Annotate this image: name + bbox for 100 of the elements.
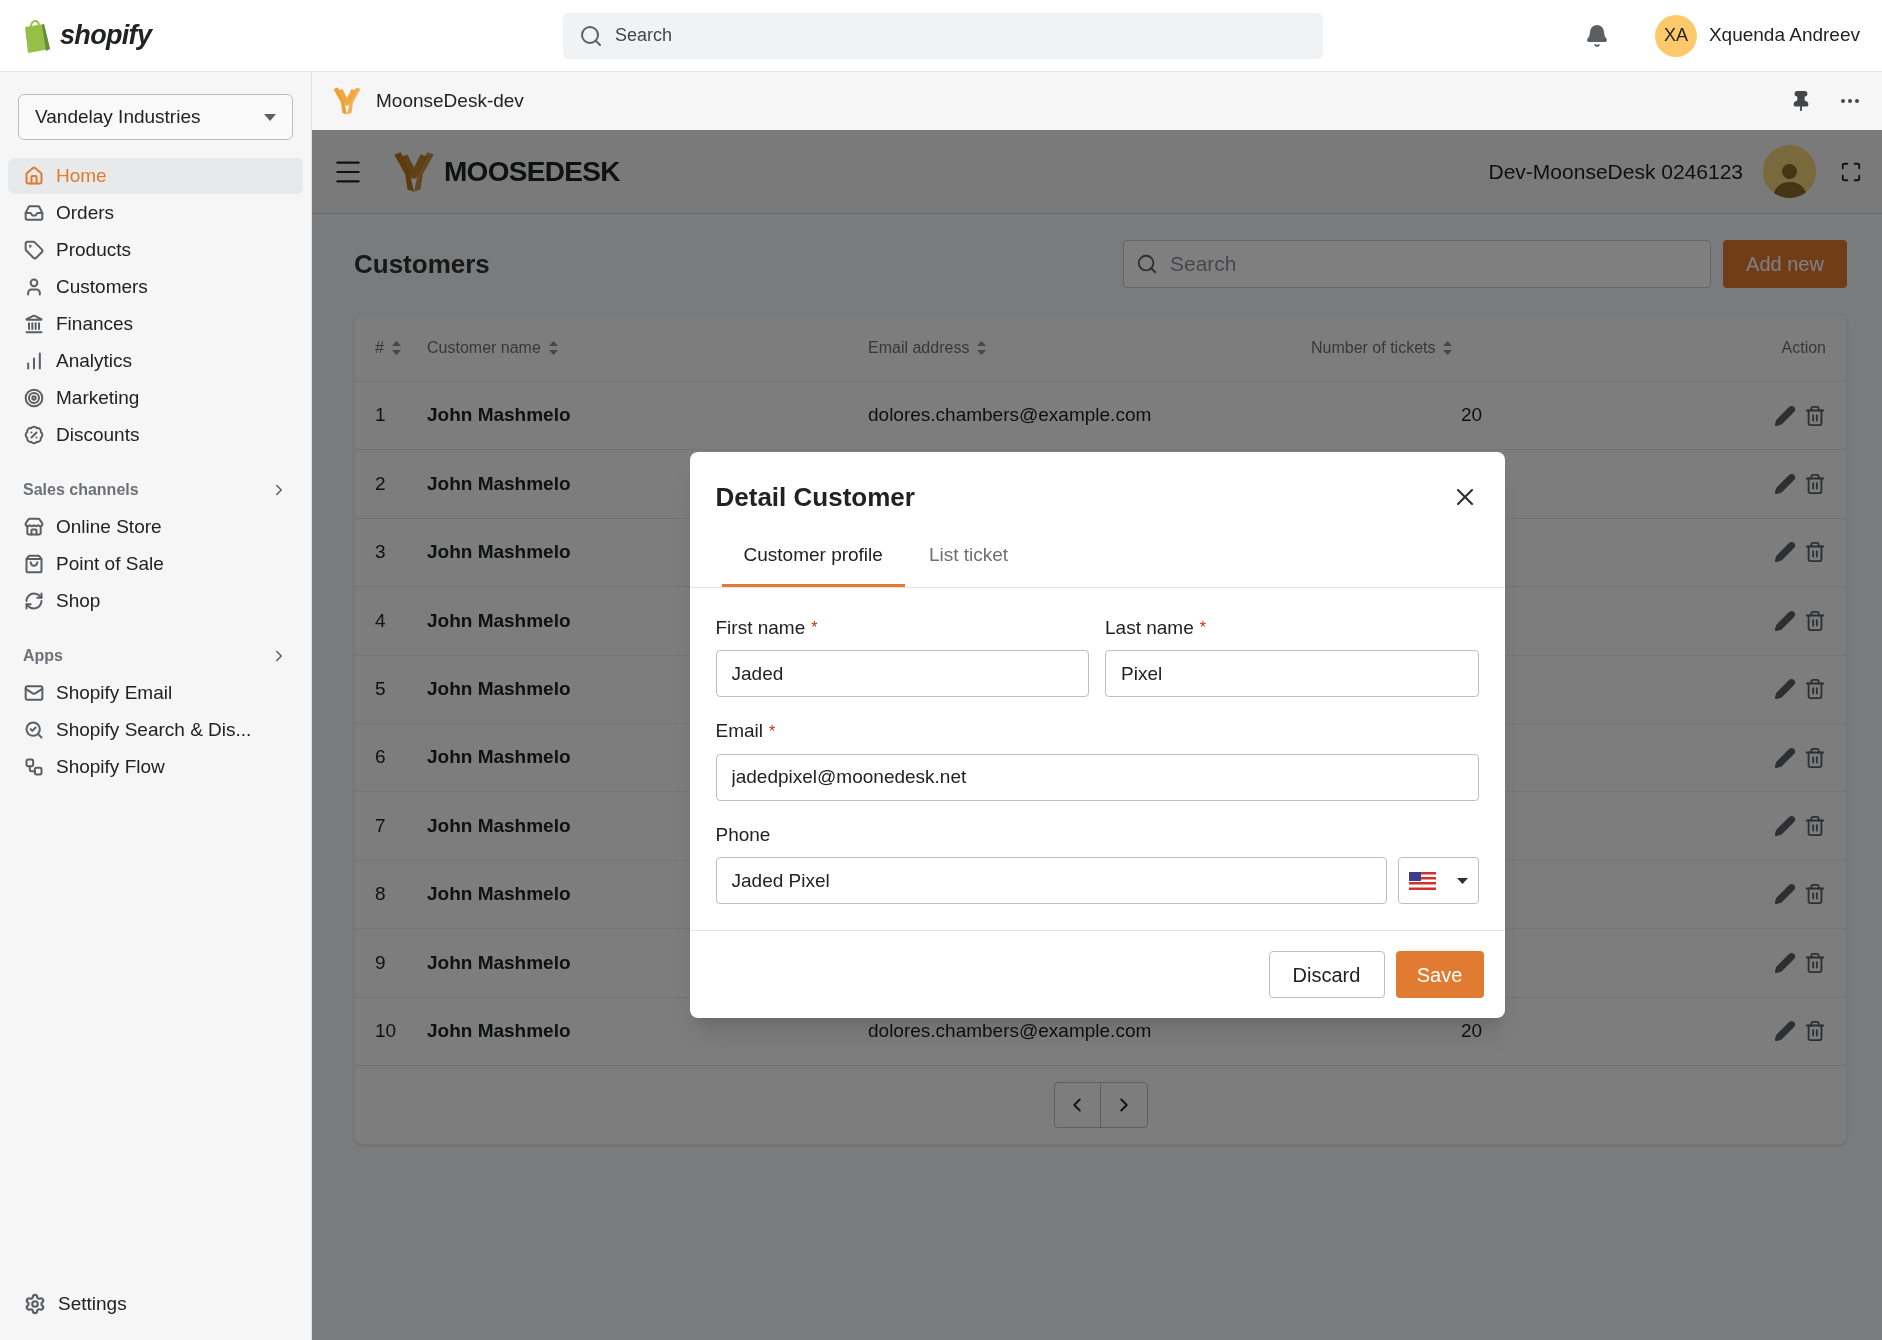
trash-icon[interactable] bbox=[1804, 815, 1826, 838]
sidebar-item[interactable]: Orders bbox=[8, 195, 303, 231]
mail-icon bbox=[24, 683, 44, 703]
trash-icon[interactable] bbox=[1804, 678, 1826, 701]
search-field[interactable]: Search bbox=[563, 12, 1323, 59]
trash-icon[interactable] bbox=[1804, 951, 1826, 974]
table-cell-text: John Mashmelo bbox=[427, 540, 571, 565]
trash-icon[interactable] bbox=[1804, 746, 1826, 769]
pencil-icon[interactable] bbox=[1774, 678, 1796, 701]
settings-icon bbox=[24, 1293, 46, 1315]
dialog-tab[interactable]: Customer profile bbox=[721, 526, 905, 587]
trash-icon[interactable] bbox=[1804, 609, 1826, 632]
table-cell-text: 3 bbox=[375, 540, 386, 565]
pencil-icon[interactable] bbox=[1774, 404, 1796, 427]
sidebar-item[interactable]: Shopify Flow bbox=[8, 749, 303, 785]
sidebar-item[interactable]: Online Store bbox=[8, 509, 303, 545]
table-cell-text: 1 bbox=[375, 403, 386, 428]
search-input[interactable]: Search bbox=[1170, 248, 1698, 280]
store-selector[interactable]: Vandelay Industries bbox=[18, 94, 293, 140]
sidebar-item[interactable]: Finances bbox=[8, 306, 303, 342]
bag-icon bbox=[24, 554, 44, 574]
bell-icon[interactable] bbox=[1584, 23, 1609, 48]
search-field[interactable]: Search bbox=[1123, 240, 1711, 288]
trash-icon[interactable] bbox=[1804, 883, 1826, 906]
fullscreen-icon[interactable] bbox=[1840, 160, 1862, 183]
pencil-icon[interactable] bbox=[1774, 1020, 1796, 1043]
column-header: Action bbox=[1781, 338, 1826, 358]
store-icon bbox=[24, 517, 44, 537]
pencil-icon[interactable] bbox=[1774, 541, 1796, 564]
country-selector[interactable] bbox=[1397, 857, 1479, 905]
brand-logo[interactable]: shopify bbox=[60, 15, 152, 56]
table-cell-text: 9 bbox=[375, 950, 386, 975]
search-icon bbox=[24, 720, 44, 740]
bank-icon bbox=[24, 314, 44, 334]
search-icon bbox=[579, 23, 603, 48]
column-header: # bbox=[375, 338, 384, 358]
dialog-tab[interactable]: List ticket bbox=[906, 526, 1031, 587]
text-field[interactable]: Jaded Pixel bbox=[715, 857, 1387, 905]
sort-icon[interactable] bbox=[391, 341, 401, 355]
flag-icon bbox=[1408, 871, 1436, 890]
column-header: Number of tickets bbox=[1311, 338, 1436, 358]
trash-icon[interactable] bbox=[1804, 473, 1826, 496]
pencil-icon[interactable] bbox=[1774, 883, 1796, 906]
table-cell: 20 bbox=[1461, 404, 1483, 426]
discard-button[interactable]: Discard bbox=[1268, 951, 1385, 999]
caret-icon bbox=[264, 113, 276, 121]
tag-icon bbox=[24, 240, 44, 260]
table-cell: 20 bbox=[1461, 1019, 1483, 1041]
sidebar-item[interactable]: Shop bbox=[8, 583, 303, 619]
table-cell-text: John Mashmelo bbox=[427, 745, 571, 770]
field-label: Last name bbox=[1105, 615, 1194, 640]
table-cell-text: 5 bbox=[375, 677, 386, 701]
sort-icon[interactable] bbox=[548, 341, 558, 355]
trash-icon[interactable] bbox=[1804, 1020, 1826, 1043]
table-cell-text: John Mashmelo bbox=[427, 1018, 571, 1043]
pencil-icon[interactable] bbox=[1774, 473, 1796, 496]
pencil-icon[interactable] bbox=[1774, 609, 1796, 632]
field-label: Phone bbox=[715, 822, 771, 847]
pencil-icon[interactable] bbox=[1774, 951, 1796, 974]
table-cell-text: 2 bbox=[375, 471, 386, 496]
search-icon bbox=[1136, 253, 1158, 275]
sidebar-item[interactable]: Products bbox=[8, 232, 303, 268]
home-icon bbox=[24, 166, 44, 186]
section-heading: Apps bbox=[23, 646, 63, 666]
sidebar-item[interactable]: Marketing bbox=[8, 380, 303, 416]
trash-icon[interactable] bbox=[1804, 404, 1826, 427]
text-field[interactable]: jadedpixel@moonedesk.net bbox=[715, 753, 1479, 801]
table-cell-text: 6 bbox=[375, 745, 386, 770]
search-input[interactable]: Search bbox=[615, 22, 1307, 49]
table-cell-text: 8 bbox=[375, 882, 386, 907]
table-cell-text: John Mashmelo bbox=[427, 677, 571, 701]
trash-icon[interactable] bbox=[1804, 541, 1826, 564]
table-cell-text: 10 bbox=[375, 1018, 397, 1043]
text-field[interactable]: Pixel bbox=[1105, 650, 1479, 698]
pencil-icon[interactable] bbox=[1774, 746, 1796, 769]
sort-icon[interactable] bbox=[1443, 341, 1453, 355]
pencil-icon[interactable] bbox=[1774, 815, 1796, 838]
sidebar-item[interactable]: Point of Sale bbox=[8, 546, 303, 582]
sidebar-item[interactable]: Analytics bbox=[8, 343, 303, 379]
required-mark: * bbox=[1199, 618, 1206, 638]
sort-icon[interactable] bbox=[977, 341, 987, 355]
user-avatar[interactable]: XA bbox=[1654, 14, 1697, 57]
sidebar-item[interactable]: Discounts bbox=[8, 417, 303, 453]
table-cell: dolores.chambers@example.com bbox=[868, 1019, 1152, 1041]
target-icon bbox=[24, 388, 44, 408]
table-cell-text: John Mashmelo bbox=[427, 403, 571, 428]
person-icon bbox=[24, 277, 44, 297]
sidebar-item[interactable]: Customers bbox=[8, 269, 303, 305]
sidebar-item[interactable]: Shopify Email bbox=[8, 675, 303, 711]
text-field[interactable]: Jaded bbox=[715, 650, 1089, 698]
caret-icon bbox=[1456, 877, 1468, 884]
user-name[interactable]: Xquenda Andreev bbox=[1708, 21, 1860, 50]
profile-avatar[interactable] bbox=[1763, 145, 1816, 198]
shopping-bag-logo-icon bbox=[22, 18, 52, 53]
inbox-icon bbox=[24, 203, 44, 223]
moose-logo-icon bbox=[332, 86, 362, 116]
sidebar-item[interactable]: Shopify Search & Dis... bbox=[8, 712, 303, 748]
moose-logo-icon bbox=[392, 149, 436, 194]
table-cell-text: John Mashmelo bbox=[427, 882, 571, 907]
settings-item[interactable]: Settings bbox=[8, 1286, 303, 1322]
